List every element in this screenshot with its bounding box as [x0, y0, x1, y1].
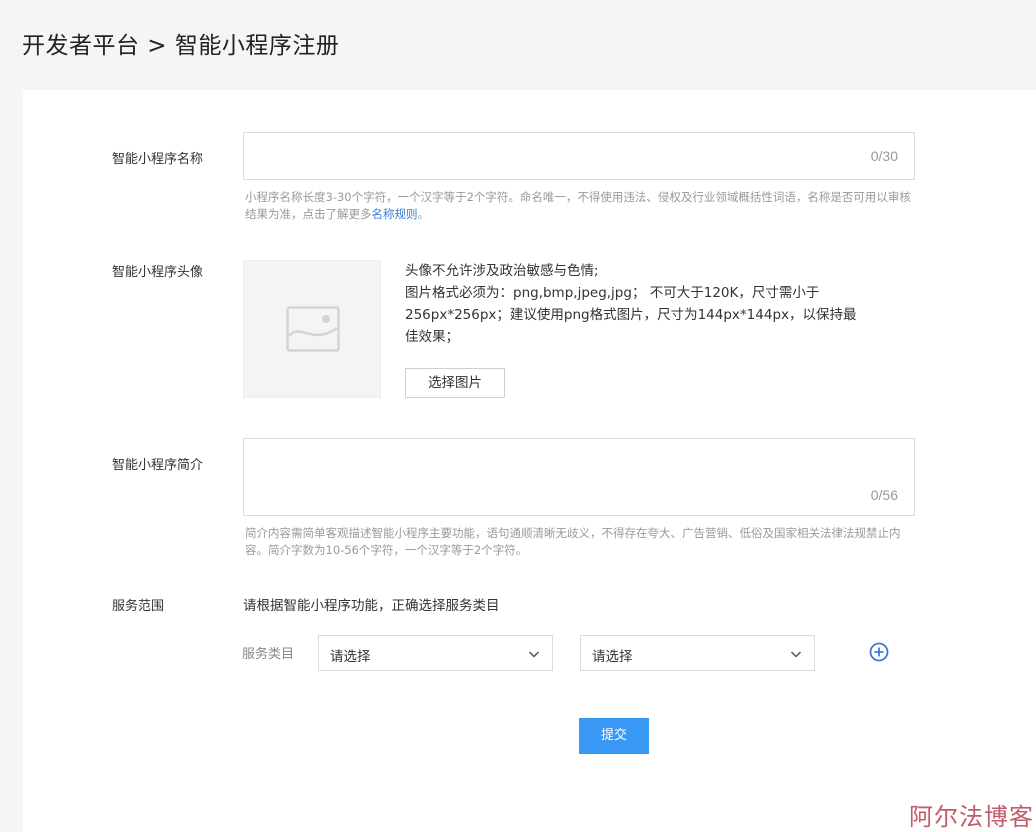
avatar-note-line2: 图片格式必须为：png,bmp,jpeg,jpg； 不可大于120K，尺寸需小于… — [405, 285, 857, 345]
intro-hint: 简介内容需简单客观描述智能小程序主要功能，语句通顺清晰无歧义，不得存在夸大、广告… — [245, 526, 901, 557]
chevron-down-icon — [790, 651, 802, 658]
add-category-button[interactable] — [868, 641, 890, 667]
name-rules-link[interactable]: 名称规则 — [372, 207, 418, 221]
watermark: 阿尔法博客 — [909, 803, 1034, 831]
category-select-secondary[interactable]: 请选择 — [580, 635, 815, 671]
scope-label: 服务范围 — [112, 599, 165, 614]
scope-description: 请根据智能小程序功能，正确选择服务类目 — [243, 598, 500, 614]
page-title: 开发者平台 > 智能小程序注册 — [22, 33, 340, 59]
select-value: 请选择 — [330, 649, 371, 665]
avatar-note-line1: 头像不允许涉及政治敏感与色情; — [405, 263, 599, 279]
avatar-requirements: 头像不允许涉及政治敏感与色情; 图片格式必须为：png,bmp,jpeg,jpg… — [405, 260, 865, 348]
image-placeholder-icon — [286, 306, 340, 352]
intro-label: 智能小程序简介 — [112, 458, 204, 473]
intro-textarea[interactable]: 0/56 — [243, 438, 915, 516]
intro-counter: 0/56 — [870, 487, 898, 503]
avatar-preview[interactable] — [243, 260, 381, 398]
avatar-label: 智能小程序头像 — [112, 265, 204, 280]
category-select-primary[interactable]: 请选择 — [318, 635, 553, 671]
name-input[interactable]: 0/30 — [243, 132, 915, 180]
chevron-down-icon — [528, 651, 540, 658]
name-hint: 小程序名称长度3-30个字符，一个汉字等于2个字符。命名唯一，不得使用违法、侵权… — [245, 190, 911, 221]
select-value: 请选择 — [592, 649, 633, 665]
name-label: 智能小程序名称 — [112, 152, 204, 167]
submit-button[interactable]: 提交 — [579, 718, 649, 754]
registration-form: 智能小程序名称 0/30 小程序名称长度3-30个字符，一个汉字等于2个字符。命… — [23, 90, 1036, 832]
name-counter: 0/30 — [870, 148, 898, 164]
category-label: 服务类目 — [242, 647, 295, 662]
choose-image-button[interactable]: 选择图片 — [405, 368, 505, 398]
plus-circle-icon — [869, 642, 889, 662]
